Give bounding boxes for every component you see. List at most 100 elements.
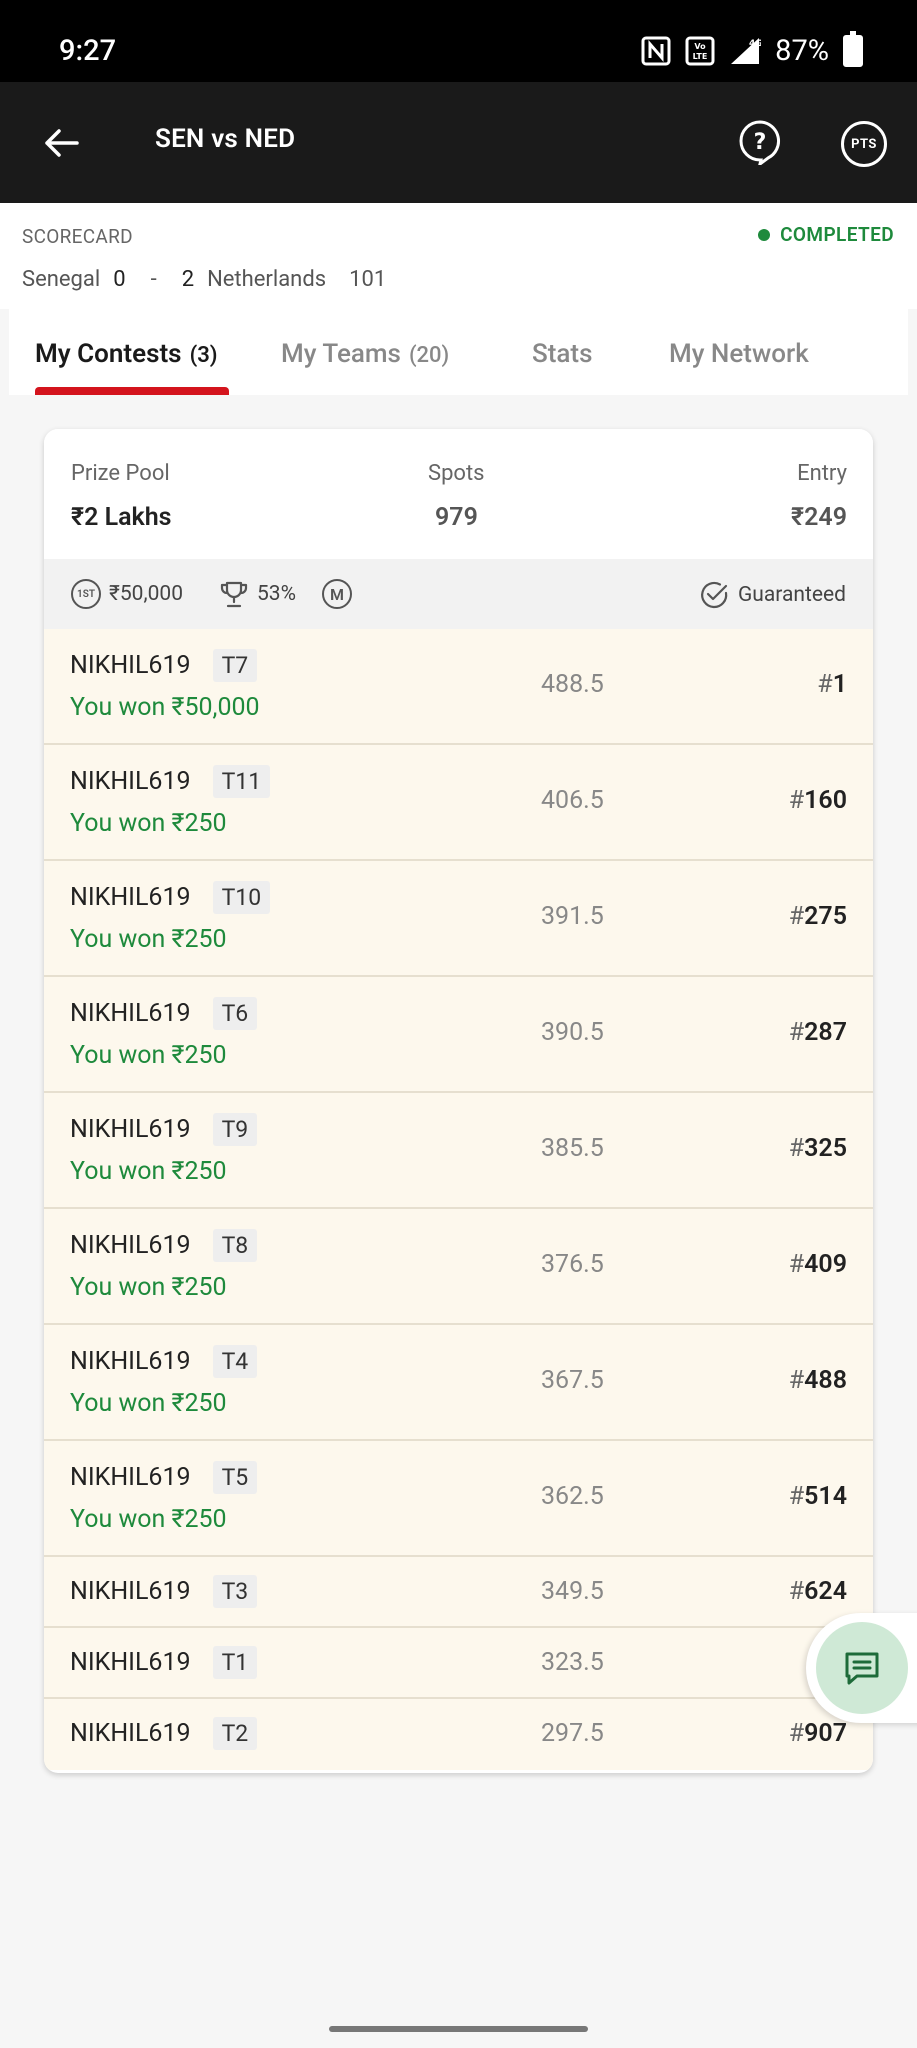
- entry-row[interactable]: NIKHIL619 T10 You won ₹250 391.5 #275: [44, 861, 873, 977]
- entry-row[interactable]: NIKHIL619 T8 You won ₹250 376.5 #409: [44, 1209, 873, 1325]
- rank-value: 409: [804, 1250, 847, 1279]
- team-tag: T9: [212, 1113, 258, 1146]
- rank-prefix: #: [788, 1577, 805, 1606]
- points-system-button[interactable]: PTS: [841, 121, 887, 167]
- points: 390.5: [541, 1018, 604, 1047]
- status-icons: Vo LTE 4G 87%: [641, 31, 863, 68]
- score-line: Senegal 0 - 2 Netherlands 101: [22, 267, 386, 292]
- guaranteed-text: Guaranteed: [737, 583, 846, 607]
- page-title: SEN vs NED: [155, 124, 296, 154]
- rank: #514: [789, 1482, 847, 1511]
- tab-stats[interactable]: Stats: [532, 339, 592, 369]
- help-icon: ?: [739, 120, 781, 165]
- rank: #287: [789, 1018, 847, 1047]
- back-button[interactable]: [36, 118, 86, 168]
- chat-icon: [845, 1652, 879, 1685]
- trophy-icon: [220, 581, 248, 608]
- app-bar: SEN vs NED ? PTS: [0, 82, 917, 203]
- winnings: You won ₹250: [70, 1273, 227, 1302]
- win-percent: 53%: [219, 579, 296, 609]
- entry-row[interactable]: NIKHIL619T1 323.5 #7: [44, 1628, 873, 1699]
- entry-row[interactable]: NIKHIL619 T4 You won ₹250 367.5 #488: [44, 1325, 873, 1441]
- entry-user: NIKHIL619 T4: [70, 1345, 258, 1378]
- pts-label: PTS: [851, 136, 877, 152]
- entry-user: NIKHIL619 T10: [70, 881, 271, 914]
- points: 376.5: [541, 1250, 604, 1279]
- team2-score: 2: [181, 267, 195, 292]
- chat-fab-container: [806, 1613, 917, 1723]
- scorecard-label: SCORECARD: [22, 225, 133, 248]
- tab-my-contests[interactable]: My Contests (3): [35, 339, 218, 369]
- contest-info-strip: 1ST ₹50,000 53% M Guaranteed: [44, 559, 873, 629]
- home-indicator[interactable]: [329, 2026, 588, 2032]
- rank-prefix: #: [788, 1250, 805, 1279]
- chat-button[interactable]: [816, 1622, 908, 1714]
- tab-count: (3): [189, 343, 218, 368]
- tab-bar: My Contests (3) My Teams (20) Stats My N…: [9, 309, 908, 395]
- username: NIKHIL619: [70, 1719, 191, 1748]
- entry-value: ₹249: [791, 503, 847, 532]
- team-tag: T10: [212, 881, 271, 914]
- battery-icon: [843, 31, 863, 67]
- tab-label: My Teams: [281, 339, 401, 369]
- username: NIKHIL619: [70, 767, 191, 796]
- rank-prefix: #: [788, 786, 805, 815]
- entry-user: NIKHIL619 T5: [70, 1461, 258, 1494]
- signal-4g-icon: 4G: [729, 36, 761, 66]
- tab-my-teams[interactable]: My Teams (20): [281, 339, 449, 369]
- rank-prefix: #: [788, 902, 805, 931]
- volte-icon: Vo LTE: [685, 36, 715, 66]
- entry-row[interactable]: NIKHIL619 T6 You won ₹250 390.5 #287: [44, 977, 873, 1093]
- entry-row[interactable]: NIKHIL619 T2 297.5 #907: [44, 1699, 873, 1770]
- status-dot-icon: [758, 228, 771, 241]
- help-button[interactable]: ?: [737, 119, 783, 165]
- first-prize-value: ₹50,000: [109, 582, 184, 606]
- username: NIKHIL619: [70, 1648, 191, 1677]
- rank-prefix: #: [788, 1719, 805, 1748]
- score-extra: 101: [349, 267, 387, 292]
- entry-user: NIKHIL619 T11: [70, 765, 271, 798]
- tab-my-network[interactable]: My Network: [669, 339, 809, 369]
- prize-pool-label: Prize Pool: [71, 461, 170, 486]
- team-tag: T6: [212, 997, 258, 1030]
- entry-row[interactable]: NIKHIL619 T11 You won ₹250 406.5 #160: [44, 745, 873, 861]
- entry-list: NIKHIL619 T7 You won ₹50,000 488.5 #1 NIK…: [44, 629, 873, 1770]
- rank-prefix: #: [817, 670, 833, 699]
- entry-user: NIKHIL619 T7: [70, 649, 258, 682]
- entry-row[interactable]: NIKHIL619 T9 You won ₹250 385.5 #325: [44, 1093, 873, 1209]
- entry-user: NIKHIL619 T1: [70, 1646, 258, 1679]
- team-tag: T7: [212, 649, 258, 682]
- rank: #1: [817, 670, 847, 699]
- win-percent-value: 53%: [257, 582, 296, 606]
- entry-user: NIKHIL619 T2: [70, 1717, 258, 1750]
- entry-user: NIKHIL619 T8: [70, 1229, 258, 1262]
- team1-name: Senegal: [22, 267, 101, 292]
- team-tag: T11: [212, 765, 271, 798]
- rank-value: 624: [804, 1577, 847, 1606]
- scorecard: SCORECARD COMPLETED Senegal 0 - 2 Nether…: [0, 203, 917, 309]
- rank-prefix: #: [788, 1018, 805, 1047]
- tab-count: (20): [408, 343, 450, 368]
- tab-label: Stats: [532, 339, 593, 369]
- team-tag: T4: [212, 1345, 258, 1378]
- entry-row[interactable]: NIKHIL619 T3 349.5 #624: [44, 1557, 873, 1628]
- nfc-icon: [641, 36, 671, 66]
- rank-value: 160: [804, 786, 847, 815]
- score-separator: -: [150, 267, 157, 292]
- first-prize-icon: 1ST: [71, 579, 101, 609]
- username: NIKHIL619: [70, 1347, 191, 1376]
- winnings: You won ₹250: [70, 809, 227, 838]
- rank-prefix: #: [788, 1482, 805, 1511]
- entry-row[interactable]: NIKHIL619 T5 You won ₹250 362.5 #514: [44, 1441, 873, 1557]
- rank: #907: [789, 1719, 847, 1748]
- rank: #160: [789, 786, 847, 815]
- points: 349.5: [541, 1577, 604, 1606]
- winnings: You won ₹250: [70, 925, 227, 954]
- check-circle-icon: [701, 581, 728, 609]
- contest-header: Prize Pool ₹2 Lakhs Spots 979 Entry ₹249: [44, 429, 873, 559]
- entry-row[interactable]: NIKHIL619 T7 You won ₹50,000 488.5 #1: [44, 629, 873, 745]
- svg-text:?: ?: [754, 130, 767, 155]
- contest-card[interactable]: Prize Pool ₹2 Lakhs Spots 979 Entry ₹249…: [44, 429, 873, 1773]
- battery-percent: 87%: [775, 34, 829, 68]
- rank-value: 325: [804, 1134, 847, 1163]
